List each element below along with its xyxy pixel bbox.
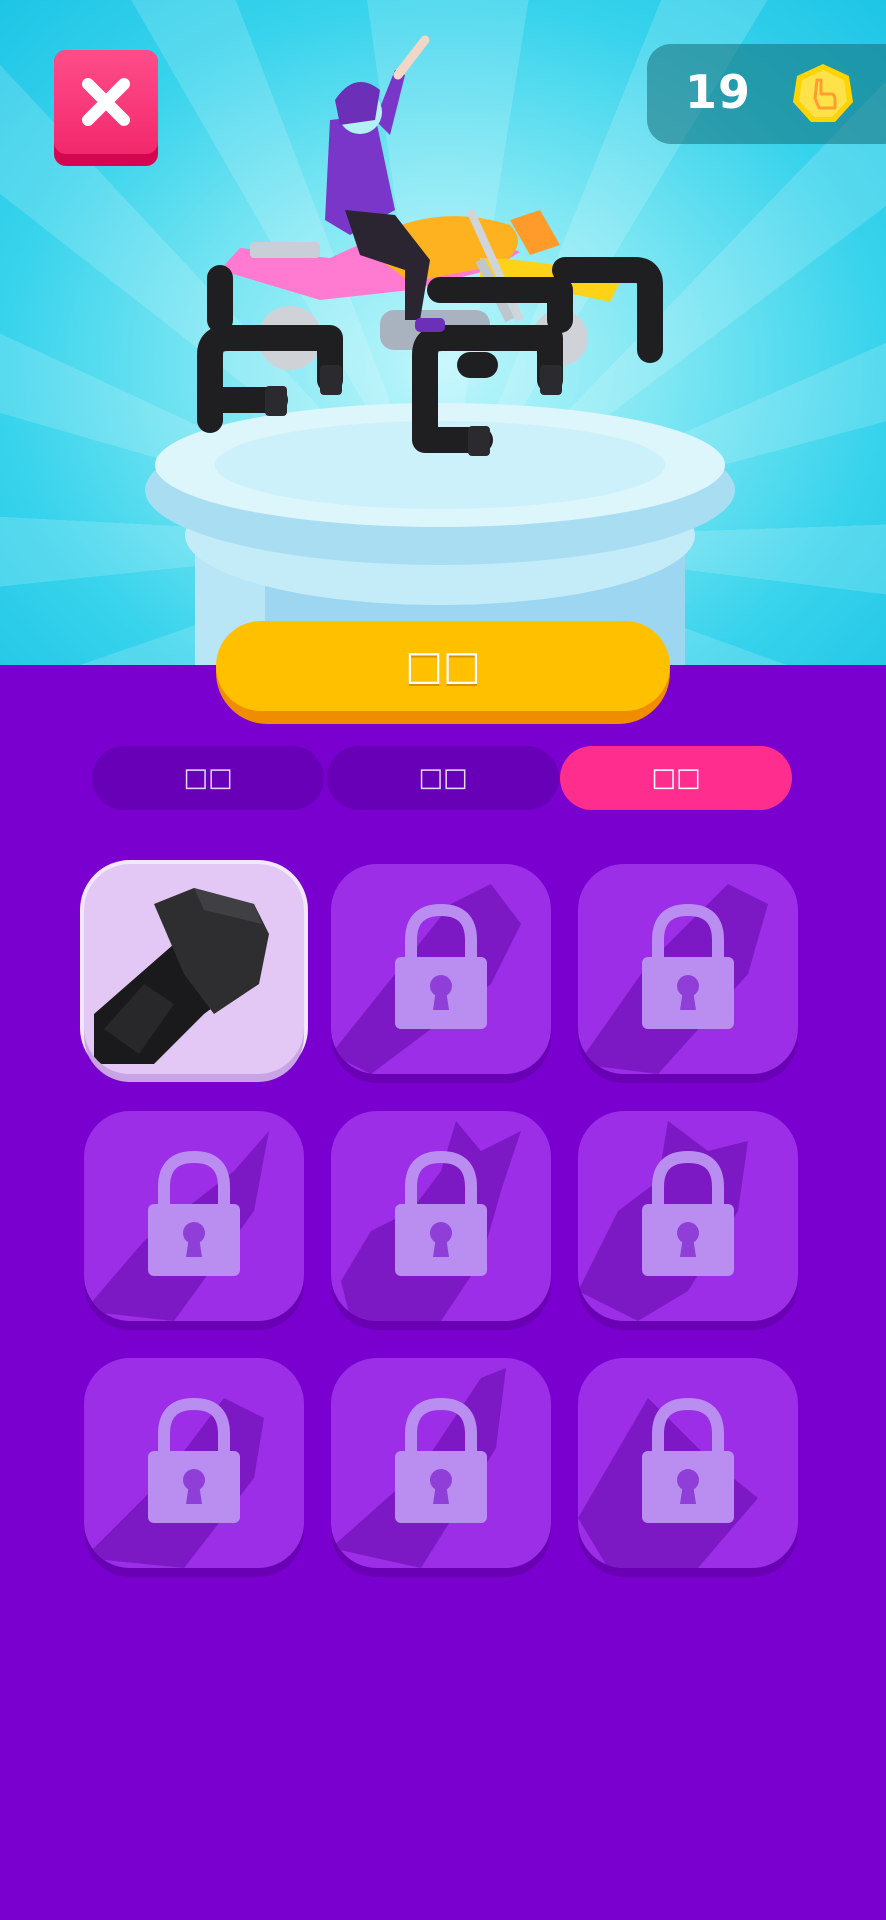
lock-icon [148,1397,240,1523]
pipe-wheel-icon [94,888,269,1064]
lock-icon [642,903,734,1029]
tab-3[interactable]: □□ [560,746,792,810]
preview-scene: 19 [0,0,886,665]
lock-icon [395,1150,487,1276]
locked-item-slot[interactable] [578,1358,798,1568]
locked-item-slot[interactable] [331,1358,551,1568]
tab-2[interactable]: □□ [327,746,559,810]
locked-item-slot[interactable] [578,864,798,1074]
lock-icon [395,903,487,1029]
lock-icon [642,1397,734,1523]
lock-icon [642,1150,734,1276]
coin-counter: 19 [647,44,886,144]
locked-item-slot[interactable] [84,1111,304,1321]
coin-icon [793,64,853,122]
close-icon [82,78,130,126]
category-tabs: □□ □□ □□ [92,746,796,810]
locked-item-slot[interactable] [331,864,551,1074]
locked-item-slot[interactable] [84,1358,304,1568]
lock-icon [148,1150,240,1276]
tab-1[interactable]: □□ [92,746,324,810]
action-button-label: □□ [216,621,670,711]
locked-item-slot[interactable] [331,1111,551,1321]
motorbike-with-rider [197,35,663,456]
locked-item-slot[interactable] [578,1111,798,1321]
item-grid [84,864,804,1568]
action-button[interactable]: □□ [216,621,670,724]
item-slot-selected[interactable] [84,864,304,1074]
close-button[interactable] [54,50,158,166]
lock-icon [395,1397,487,1523]
coin-count: 19 [685,65,752,119]
